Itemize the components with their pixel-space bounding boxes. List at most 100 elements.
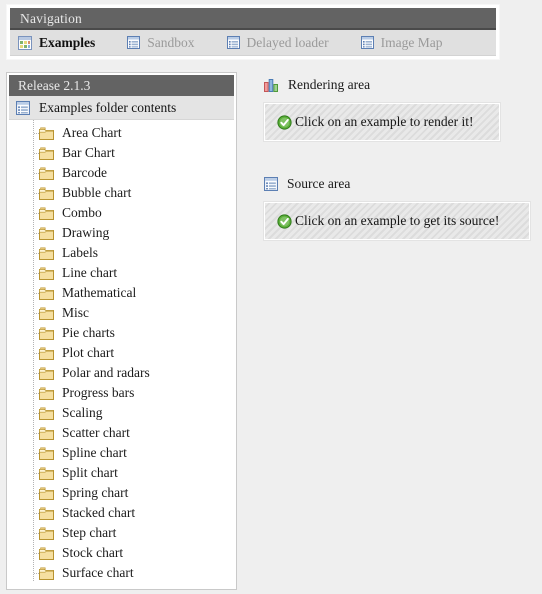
folder-icon	[39, 407, 54, 420]
folder-icon	[39, 187, 54, 200]
tab-sandbox[interactable]: Sandbox	[119, 30, 204, 56]
tree-item-label: Step chart	[62, 525, 116, 541]
rendering-area-message: Click on an example to render it!	[295, 114, 473, 130]
tree-item-label: Area Chart	[62, 125, 122, 141]
tree-item[interactable]: Scatter chart	[9, 423, 234, 443]
folder-icon	[39, 447, 54, 460]
tree-item[interactable]: Spline chart	[9, 443, 234, 463]
tree-item[interactable]: Surface chart	[9, 563, 234, 583]
rendering-section: Rendering area Click on an example to re…	[264, 76, 536, 141]
tree-item-label: Stock chart	[62, 545, 123, 561]
folder-icon	[39, 127, 54, 140]
source-area-box[interactable]: Click on an example to get its source!	[264, 202, 530, 240]
folder-icon	[39, 567, 54, 580]
tree-item[interactable]: Stock chart	[9, 543, 234, 563]
tree-item[interactable]: Line chart	[9, 263, 234, 283]
content-area: Rendering area Click on an example to re…	[264, 76, 536, 240]
folder-icon	[39, 387, 54, 400]
folder-icon	[39, 507, 54, 520]
tab-image-map[interactable]: Image Map	[353, 30, 453, 56]
tree-item[interactable]: Step chart	[9, 523, 234, 543]
tree-item-label: Pie charts	[62, 325, 115, 341]
tree-item-label: Labels	[62, 245, 98, 261]
folder-icon	[39, 427, 54, 440]
tab-delayed-loader[interactable]: Delayed loader	[219, 30, 339, 56]
tree-item-label: Scatter chart	[62, 425, 130, 441]
tree-item-label: Progress bars	[62, 385, 134, 401]
tree-item-label: Bar Chart	[62, 145, 115, 161]
tree-item-label: Mathematical	[62, 285, 136, 301]
tree-item[interactable]: Mathematical	[9, 283, 234, 303]
source-area-heading: Source area	[264, 175, 536, 193]
tree-item[interactable]: Barcode	[9, 163, 234, 183]
tree-item[interactable]: Bubble chart	[9, 183, 234, 203]
navigation-title: Navigation	[10, 8, 496, 30]
tree-item-label: Polar and radars	[62, 365, 150, 381]
list-icon	[264, 177, 278, 191]
tab-label: Sandbox	[147, 35, 194, 51]
green-check-icon	[277, 214, 292, 229]
folder-icon	[39, 207, 54, 220]
tree-item-label: Plot chart	[62, 345, 114, 361]
tree-item-label: Bubble chart	[62, 185, 131, 201]
tree-item-label: Combo	[62, 205, 102, 221]
tree-item[interactable]: Area Chart	[9, 123, 234, 143]
rendering-area-heading: Rendering area	[264, 76, 536, 94]
tree-item[interactable]: Stacked chart	[9, 503, 234, 523]
grid-window-icon	[18, 36, 32, 50]
tree-item[interactable]: Combo	[9, 203, 234, 223]
tree-item[interactable]: Scaling	[9, 403, 234, 423]
tree-item[interactable]: Plot chart	[9, 343, 234, 363]
folder-icon	[39, 307, 54, 320]
bar-chart-icon	[264, 78, 279, 92]
tab-label: Image Map	[381, 35, 443, 51]
folder-icon	[39, 527, 54, 540]
tree-item[interactable]: Spring chart	[9, 483, 234, 503]
tree-item-label: Misc	[62, 305, 89, 321]
examples-folder-tree: Area Chart Bar Chart Barcode Bubble chart Co…	[9, 120, 234, 587]
tab-label: Examples	[39, 35, 95, 51]
source-section: Source area Click on an example to get i…	[264, 175, 536, 240]
source-area-label: Source area	[287, 176, 350, 192]
tree-item-label: Surface chart	[62, 565, 134, 581]
tab-bar: Examples Sandbox	[10, 30, 496, 56]
rendering-area-label: Rendering area	[288, 77, 370, 93]
list-icon	[361, 36, 374, 49]
folder-icon	[39, 227, 54, 240]
tree-item[interactable]: Misc	[9, 303, 234, 323]
folder-icon	[39, 547, 54, 560]
tree-item-label: Spline chart	[62, 445, 127, 461]
tree-item[interactable]: Progress bars	[9, 383, 234, 403]
tree-item-label: Line chart	[62, 265, 117, 281]
folder-icon	[39, 247, 54, 260]
source-area-message: Click on an example to get its source!	[295, 213, 499, 229]
release-title: Release 2.1.3	[9, 75, 234, 96]
tree-item[interactable]: Bar Chart	[9, 143, 234, 163]
folder-icon	[39, 347, 54, 360]
tree-item-label: Split chart	[62, 465, 118, 481]
navigation-block: Navigation Examples	[6, 4, 500, 60]
tree-item-label: Stacked chart	[62, 505, 135, 521]
tree-item-label: Barcode	[62, 165, 107, 181]
list-icon	[227, 36, 240, 49]
examples-folder-header[interactable]: Examples folder contents	[9, 96, 234, 120]
green-check-icon	[277, 115, 292, 130]
tree-item-label: Scaling	[62, 405, 103, 421]
tree-item[interactable]: Pie charts	[9, 323, 234, 343]
tree-item[interactable]: Polar and radars	[9, 363, 234, 383]
folder-icon	[39, 167, 54, 180]
tree-item-label: Drawing	[62, 225, 109, 241]
examples-folder-header-label: Examples folder contents	[39, 100, 176, 116]
rendering-area-box[interactable]: Click on an example to render it!	[264, 103, 500, 141]
tab-examples[interactable]: Examples	[10, 30, 105, 56]
list-icon	[127, 36, 140, 49]
folder-icon	[39, 467, 54, 480]
tree-item[interactable]: Drawing	[9, 223, 234, 243]
list-icon	[16, 101, 30, 115]
folder-icon	[39, 367, 54, 380]
tree-item[interactable]: Split chart	[9, 463, 234, 483]
folder-icon	[39, 487, 54, 500]
folder-icon	[39, 147, 54, 160]
tree-item[interactable]: Labels	[9, 243, 234, 263]
tree-item-label: Spring chart	[62, 485, 128, 501]
